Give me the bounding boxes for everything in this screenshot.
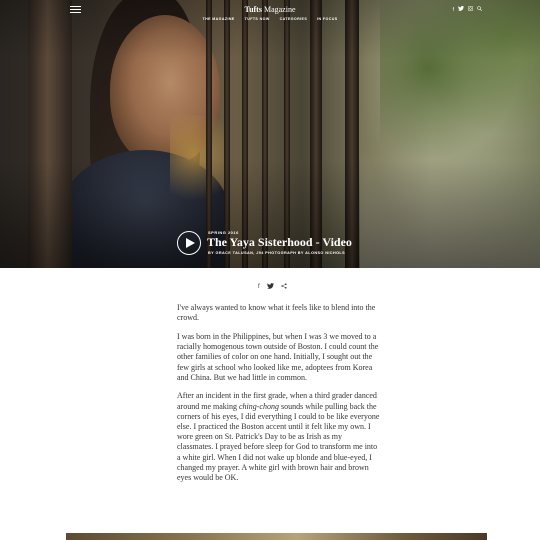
play-video-button[interactable] <box>177 231 201 255</box>
menu-icon[interactable] <box>70 6 81 14</box>
facebook-icon[interactable]: f <box>453 7 454 13</box>
article-photo <box>66 533 487 540</box>
twitter-share-icon[interactable] <box>266 283 274 291</box>
article-body: I've always wanted to know what it feels… <box>177 303 380 492</box>
emphasis: ching-chong <box>238 401 279 411</box>
paragraph: I was born in the Philippines, but when … <box>177 331 379 382</box>
site-logo[interactable]: Tufts Magazine <box>240 5 300 14</box>
facebook-share-icon[interactable]: f <box>258 284 260 290</box>
article-title: The Yaya Sisterhood - Video <box>207 235 352 249</box>
search-icon[interactable] <box>477 6 482 13</box>
paragraph: I've always wanted to know what it feels… <box>177 303 376 323</box>
nav-item-the-magazine[interactable]: THE MAGAZINE <box>203 17 235 21</box>
nav-item-categories[interactable]: CATEGORIES <box>280 17 308 21</box>
nav-item-tufts-now[interactable]: TUFTS NOW <box>245 17 270 21</box>
paragraph: After an incident in the first grade, wh… <box>177 391 380 483</box>
hero-photo: Tufts Magazine THE MAGAZINE TUFTS NOW CA… <box>0 0 540 268</box>
twitter-icon[interactable] <box>458 6 464 13</box>
share-icon[interactable] <box>281 283 287 291</box>
hero-overlay <box>0 0 540 268</box>
main-nav: THE MAGAZINE TUFTS NOW CATEGORIES IN FOC… <box>0 17 540 21</box>
social-links: f <box>453 6 482 13</box>
instagram-icon[interactable] <box>468 6 473 13</box>
byline: BY GRACE TALUSAN, J94 PHOTOGRAPH BY ALON… <box>208 251 346 255</box>
nav-item-in-focus[interactable]: IN FOCUS <box>317 17 337 21</box>
share-bar: f <box>258 283 287 291</box>
